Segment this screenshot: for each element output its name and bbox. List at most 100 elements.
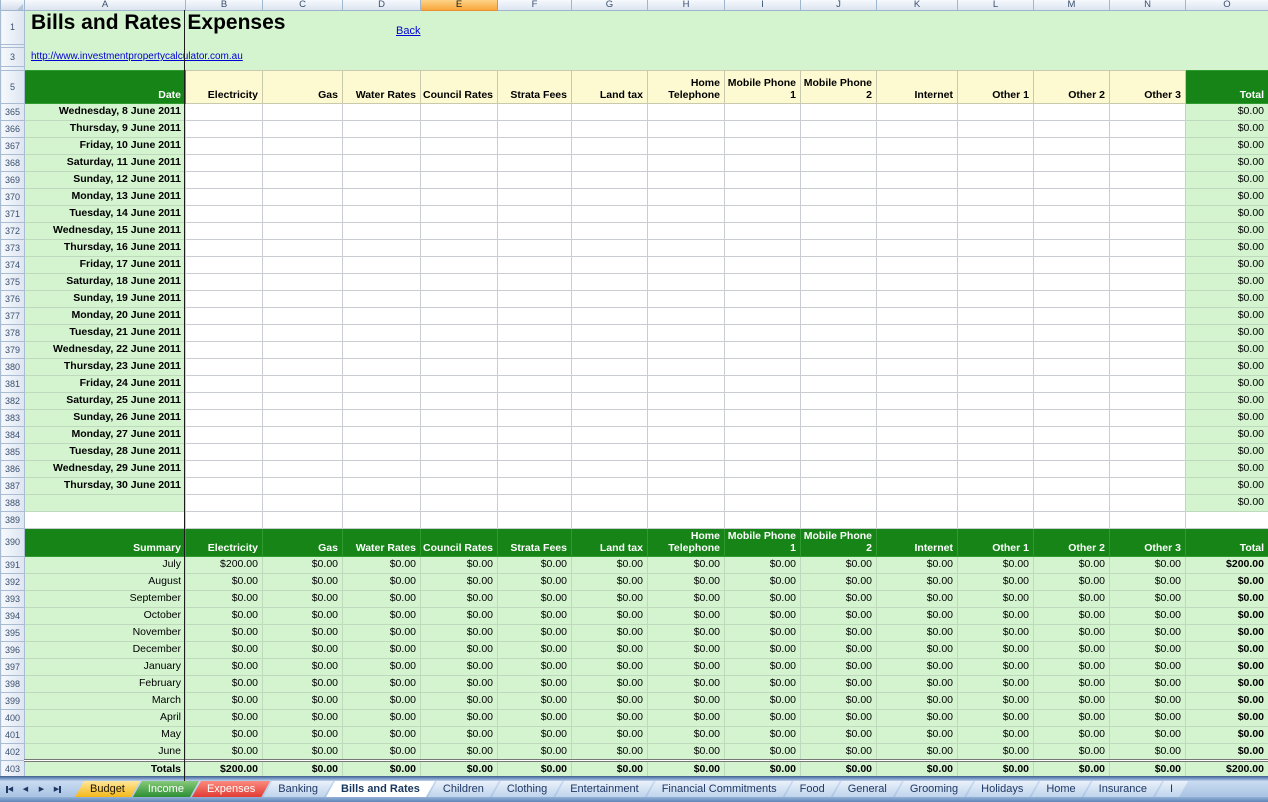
expense-cell[interactable]: [343, 120, 421, 137]
expense-cell[interactable]: [421, 426, 498, 443]
summary-value-cell[interactable]: $0.00: [801, 590, 877, 607]
expense-cell[interactable]: [648, 358, 725, 375]
summary-value-cell[interactable]: $0.00: [648, 590, 725, 607]
expense-cell[interactable]: [1110, 239, 1186, 256]
daily-date-header[interactable]: Date: [25, 70, 186, 103]
summary-total-cell[interactable]: $0.00: [1186, 692, 1268, 709]
totals-value-cell[interactable]: $200.00: [186, 760, 263, 776]
expense-cell[interactable]: [1110, 341, 1186, 358]
expense-cell[interactable]: [958, 409, 1034, 426]
expense-cell[interactable]: [263, 120, 343, 137]
expense-cell[interactable]: [725, 188, 801, 205]
expense-cell[interactable]: [648, 103, 725, 120]
expense-cell[interactable]: [572, 392, 648, 409]
expense-cell[interactable]: [498, 205, 572, 222]
month-cell[interactable]: April: [25, 709, 186, 726]
summary-value-cell[interactable]: $0.00: [648, 607, 725, 624]
expense-cell[interactable]: [421, 273, 498, 290]
expense-cell[interactable]: [725, 171, 801, 188]
month-cell[interactable]: June: [25, 743, 186, 760]
sheet-tab-banking[interactable]: Banking: [263, 781, 333, 797]
expense-cell[interactable]: [725, 341, 801, 358]
summary-value-cell[interactable]: $0.00: [421, 624, 498, 641]
expense-cell[interactable]: [958, 375, 1034, 392]
expense-cell[interactable]: [877, 188, 958, 205]
expense-cell[interactable]: [343, 375, 421, 392]
expense-cell[interactable]: [186, 494, 263, 511]
expense-cell[interactable]: [725, 239, 801, 256]
date-cell[interactable]: [25, 494, 186, 511]
expense-cell[interactable]: [421, 358, 498, 375]
summary-value-cell[interactable]: $0.00: [343, 726, 421, 743]
month-cell[interactable]: December: [25, 641, 186, 658]
column-header-k[interactable]: K: [877, 0, 958, 10]
summary-value-cell[interactable]: $0.00: [801, 641, 877, 658]
expense-cell[interactable]: [1110, 120, 1186, 137]
daily-total-cell[interactable]: $0.00: [1186, 358, 1268, 375]
expense-cell[interactable]: [421, 494, 498, 511]
daily-column-header-mobile-phone-1[interactable]: Mobile Phone 1: [725, 70, 801, 103]
expense-cell[interactable]: [572, 477, 648, 494]
row-header-389[interactable]: 389: [1, 511, 25, 528]
row-header-379[interactable]: 379: [1, 341, 25, 358]
summary-value-cell[interactable]: $0.00: [572, 607, 648, 624]
summary-value-cell[interactable]: $0.00: [421, 743, 498, 760]
summary-value-cell[interactable]: $0.00: [648, 743, 725, 760]
summary-value-cell[interactable]: $0.00: [572, 590, 648, 607]
title-band[interactable]: Bills and Rates ExpensesBack: [25, 10, 1268, 44]
column-header-e[interactable]: E: [421, 0, 498, 10]
expense-cell[interactable]: [343, 188, 421, 205]
expense-cell[interactable]: [958, 307, 1034, 324]
summary-value-cell[interactable]: $0.00: [958, 556, 1034, 573]
row-header-391[interactable]: 391: [1, 556, 25, 573]
expense-cell[interactable]: [648, 460, 725, 477]
expense-cell[interactable]: [343, 307, 421, 324]
expense-cell[interactable]: [186, 341, 263, 358]
expense-cell[interactable]: [1034, 341, 1110, 358]
expense-cell[interactable]: [263, 477, 343, 494]
summary-value-cell[interactable]: $0.00: [186, 709, 263, 726]
summary-value-cell[interactable]: $0.00: [801, 607, 877, 624]
expense-cell[interactable]: [343, 273, 421, 290]
expense-cell[interactable]: [648, 188, 725, 205]
summary-value-cell[interactable]: $0.00: [1034, 624, 1110, 641]
expense-cell[interactable]: [421, 137, 498, 154]
expense-cell[interactable]: [1034, 154, 1110, 171]
daily-total-cell[interactable]: $0.00: [1186, 477, 1268, 494]
date-cell[interactable]: Tuesday, 28 June 2011: [25, 443, 186, 460]
daily-column-header-other-3[interactable]: Other 3: [1110, 70, 1186, 103]
expense-cell[interactable]: [498, 460, 572, 477]
expense-cell[interactable]: [958, 358, 1034, 375]
summary-value-cell[interactable]: $0.00: [801, 726, 877, 743]
summary-value-cell[interactable]: $0.00: [725, 624, 801, 641]
expense-cell[interactable]: [572, 426, 648, 443]
column-header-n[interactable]: N: [1110, 0, 1186, 10]
expense-cell[interactable]: [958, 477, 1034, 494]
expense-cell[interactable]: [801, 103, 877, 120]
back-link[interactable]: Back: [396, 24, 420, 39]
expense-cell[interactable]: [877, 460, 958, 477]
sheet-tab-expenses[interactable]: Expenses: [192, 781, 270, 797]
summary-value-cell[interactable]: $0.00: [648, 573, 725, 590]
summary-column-header-council-rates[interactable]: Council Rates: [421, 528, 498, 556]
sheet-tab-entertainment[interactable]: Entertainment: [555, 781, 653, 797]
summary-column-header-other-2[interactable]: Other 2: [1034, 528, 1110, 556]
summary-value-cell[interactable]: $0.00: [421, 590, 498, 607]
row-header-399[interactable]: 399: [1, 692, 25, 709]
expense-cell[interactable]: [572, 171, 648, 188]
row-header-365[interactable]: 365: [1, 103, 25, 120]
expense-cell[interactable]: [343, 494, 421, 511]
row-header-376[interactable]: 376: [1, 290, 25, 307]
expense-cell[interactable]: [958, 239, 1034, 256]
summary-value-cell[interactable]: $0.00: [725, 658, 801, 675]
expense-cell[interactable]: [648, 494, 725, 511]
expense-cell[interactable]: [801, 307, 877, 324]
expense-cell[interactable]: [498, 120, 572, 137]
totals-value-cell[interactable]: $0.00: [1110, 760, 1186, 776]
row-header-373[interactable]: 373: [1, 239, 25, 256]
expense-cell[interactable]: [186, 103, 263, 120]
expense-cell[interactable]: [186, 324, 263, 341]
expense-cell[interactable]: [1034, 460, 1110, 477]
expense-cell[interactable]: [801, 409, 877, 426]
empty-cell[interactable]: [572, 511, 648, 528]
